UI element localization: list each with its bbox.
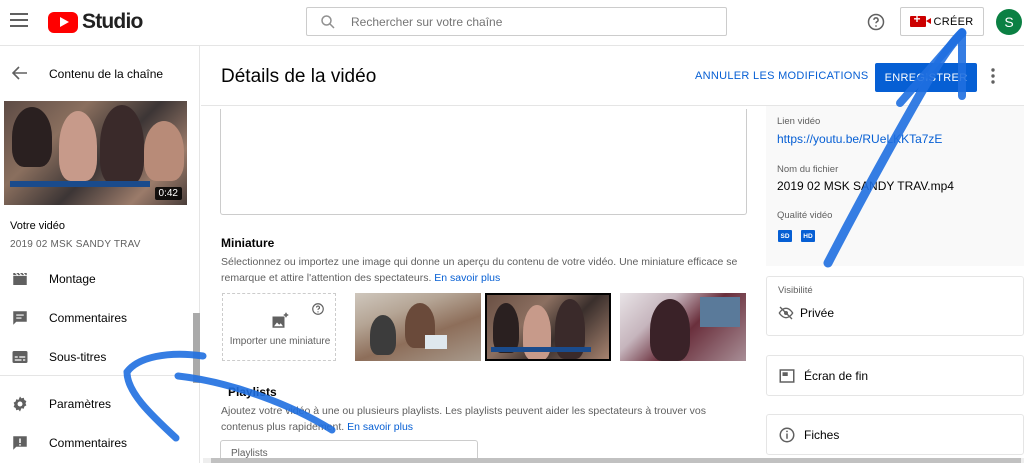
video-duration: 0:42 — [154, 187, 182, 200]
create-label: CRÉER — [933, 15, 974, 28]
sidebar-item-feedback[interactable]: Commentaires — [0, 423, 200, 463]
video-info-panel: Lien vidéo https://youtu.be/RUeLKKTa7zE … — [766, 106, 1024, 266]
end-screen-card[interactable]: Écran de fin — [766, 355, 1024, 396]
thumbnail-option[interactable] — [355, 293, 481, 361]
playlists-section-title: Playlists — [228, 385, 277, 399]
cards-label: Fiches — [804, 428, 840, 442]
avatar[interactable]: S — [996, 9, 1022, 35]
cards-card[interactable]: Fiches — [766, 414, 1024, 455]
video-camera-icon — [910, 12, 932, 27]
sidebar-item-subtitles[interactable]: Sous-titres — [0, 337, 200, 377]
quality-label: Qualité vidéo — [777, 210, 833, 221]
sidebar: Contenu de la chaîne 0:42 Votre vidéo 20… — [0, 46, 200, 463]
back-to-content[interactable]: Contenu de la chaîne — [0, 58, 200, 88]
video-name: 2019 02 MSK SANDY TRAV — [10, 239, 141, 250]
thumbnail-option[interactable] — [620, 293, 746, 361]
info-icon — [779, 427, 795, 443]
sidebar-item-comments[interactable]: Commentaires — [0, 298, 200, 338]
thumbnail-learn-more-link[interactable]: En savoir plus — [434, 272, 500, 284]
video-link-label: Lien vidéo — [777, 116, 821, 127]
thumbnail-description: Sélectionnez ou importez une image qui d… — [221, 254, 751, 286]
video-thumbnail[interactable]: 0:42 — [4, 101, 187, 205]
add-photo-icon — [272, 312, 289, 328]
sidebar-item-label: Commentaires — [49, 436, 128, 450]
menu-icon[interactable] — [10, 13, 28, 27]
eye-off-icon — [778, 306, 794, 320]
thumbnail-section-title: Miniature — [221, 236, 275, 250]
arrow-left-icon — [12, 66, 27, 80]
help-icon[interactable] — [866, 12, 886, 32]
playlists-learn-more-link[interactable]: En savoir plus — [347, 421, 413, 433]
undo-changes-button[interactable]: ANNULER LES MODIFICATIONS — [695, 70, 869, 82]
quality-badge-hd: HD — [801, 230, 815, 242]
clapperboard-icon — [13, 272, 27, 285]
main-header: Détails de la vidéo ANNULER LES MODIFICA… — [201, 46, 1024, 106]
page-title: Détails de la vidéo — [221, 66, 377, 87]
sidebar-item-settings[interactable]: Paramètres — [0, 384, 200, 424]
subtitles-icon — [12, 351, 28, 363]
visibility-value: Privée — [800, 306, 835, 320]
sidebar-divider — [0, 375, 200, 376]
comment-icon — [13, 311, 27, 325]
search-icon — [321, 14, 335, 29]
create-button[interactable]: CRÉER — [900, 7, 984, 36]
description-field[interactable] — [220, 109, 747, 215]
visibility-card[interactable]: Visibilité Privée — [766, 276, 1024, 336]
upload-thumbnail-label: Importer une miniature — [229, 336, 331, 347]
end-screen-label: Écran de fin — [804, 369, 869, 383]
save-button[interactable]: ENREGISTRER — [875, 63, 977, 92]
sidebar-item-label: Paramètres — [49, 397, 112, 411]
top-bar: Studio CRÉER S — [0, 0, 1024, 46]
sidebar-scrollbar[interactable] — [193, 313, 200, 383]
more-vert-icon[interactable] — [990, 67, 996, 85]
filename-value: 2019 02 MSK SANDY TRAV.mp4 — [777, 179, 954, 193]
playlists-description-text: Ajoutez votre vidéo à une ou plusieurs p… — [221, 405, 707, 433]
thumbnail-option-selected[interactable] — [485, 293, 611, 361]
search-input[interactable] — [351, 14, 711, 29]
filename-label: Nom du fichier — [777, 164, 839, 175]
horizontal-scrollbar[interactable] — [203, 458, 1024, 463]
help-icon[interactable] — [311, 302, 325, 316]
gear-icon — [13, 396, 27, 412]
sidebar-item-label: Commentaires — [49, 311, 128, 325]
sidebar-item-label: Sous-titres — [49, 350, 107, 364]
quality-badge-sd: SD — [778, 230, 792, 242]
video-link[interactable]: https://youtu.be/RUeLKKTa7zE — [777, 132, 942, 146]
playlists-description: Ajoutez votre vidéo à une ou plusieurs p… — [221, 403, 721, 435]
main-content: Détails de la vidéo ANNULER LES MODIFICA… — [201, 46, 1024, 463]
studio-logo[interactable]: Studio — [48, 10, 143, 34]
your-video-label: Votre vidéo — [10, 220, 66, 232]
sidebar-item-label: Montage — [49, 272, 96, 286]
sidebar-item-editor[interactable]: Montage — [0, 259, 200, 299]
upload-thumbnail-button[interactable]: Importer une miniature — [222, 293, 336, 361]
youtube-logo-icon — [48, 11, 78, 33]
visibility-label: Visibilité — [778, 285, 813, 296]
back-label: Contenu de la chaîne — [49, 67, 164, 81]
search-bar[interactable] — [306, 7, 727, 36]
feedback-icon — [13, 436, 27, 450]
logo-text: Studio — [82, 10, 143, 33]
end-screen-icon — [779, 369, 795, 383]
